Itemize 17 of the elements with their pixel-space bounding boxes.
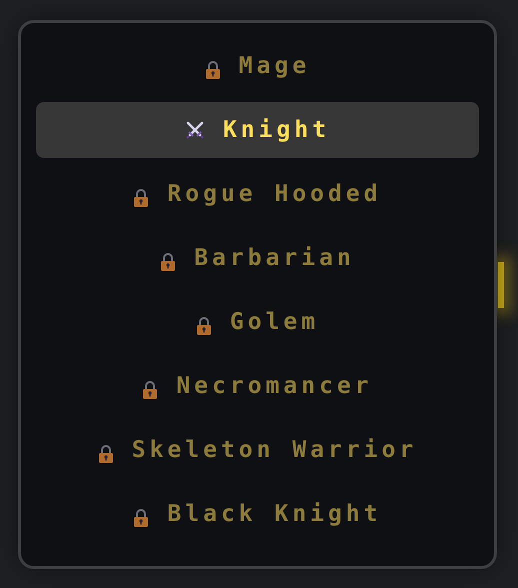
character-option[interactable]: Mage [36, 38, 479, 94]
character-option[interactable]: Golem [36, 294, 479, 350]
lock-icon [133, 189, 150, 207]
character-option[interactable]: Necromancer [36, 358, 479, 414]
lock-icon [142, 381, 158, 399]
character-option[interactable]: Skeleton Warrior [36, 422, 479, 478]
character-option[interactable]: Knight [36, 102, 479, 158]
lock-icon [160, 253, 176, 271]
glow-light [498, 262, 504, 308]
character-option[interactable]: Barbarian [36, 230, 479, 286]
lock-icon [98, 445, 114, 463]
lock-icon [196, 317, 212, 335]
crossed-swords-icon [184, 120, 205, 140]
lock-icon [133, 509, 150, 527]
character-option[interactable]: Rogue Hooded [36, 166, 479, 222]
lock-icon [204, 61, 221, 79]
character-option[interactable]: Black Knight [36, 486, 479, 542]
